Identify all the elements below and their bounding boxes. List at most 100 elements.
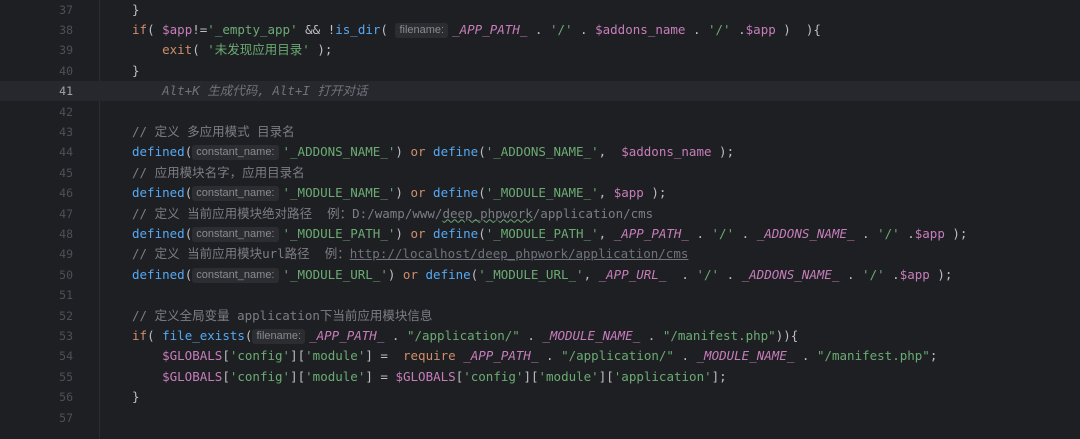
code-text[interactable]: defined(constant_name: '_MODULE_URL_') or…: [132, 265, 952, 285]
code-text[interactable]: defined(constant_name: '_MODULE_PATH_') o…: [132, 224, 967, 244]
code-line[interactable]: 56}: [0, 387, 1080, 407]
line-number: 38: [59, 22, 73, 37]
line-number: 39: [59, 43, 73, 58]
code-line[interactable]: 50 defined(constant_name: '_MODULE_URL_') …: [0, 265, 1080, 285]
code-line[interactable]: 39 exit( '未发现应用目录' );: [0, 40, 1080, 60]
code-token: (: [147, 21, 163, 37]
code-token: ,: [598, 185, 614, 201]
code-token: or: [410, 144, 426, 160]
parameter-hint: constant_name:: [192, 186, 279, 202]
code-text[interactable]: }: [132, 61, 140, 81]
code-line[interactable]: 42: [0, 102, 1080, 122]
code-token: defined: [132, 144, 185, 160]
code-text[interactable]: exit( '未发现应用目录' );: [132, 40, 332, 60]
line-number: 43: [59, 124, 73, 139]
code-token: .: [854, 225, 878, 241]
code-token: '未发现应用目录': [207, 42, 310, 58]
code-line[interactable]: 54 $GLOBALS['config']['module'] = requir…: [0, 346, 1080, 366]
code-text[interactable]: $GLOBALS['config']['module'] = require _…: [132, 346, 937, 366]
line-number: 44: [59, 145, 73, 160]
code-token: '/': [862, 266, 885, 282]
code-token: .: [666, 266, 697, 282]
code-text[interactable]: if( $app!='_empty_app' && !is_dir( filen…: [132, 20, 821, 40]
code-text[interactable]: defined(constant_name: '_MODULE_NAME_') o…: [132, 183, 666, 203]
code-token: 'module': [305, 348, 366, 364]
code-token: or: [410, 225, 426, 241]
code-token: 'config': [229, 368, 291, 384]
code-text[interactable]: }: [132, 0, 140, 20]
code-token: .: [685, 21, 708, 37]
line-number: 42: [59, 104, 73, 119]
code-editor[interactable]: 37} 38 if( $app!='_empty_app' && !is_dir( …: [0, 0, 1080, 439]
code-token: $addons_name: [595, 21, 686, 37]
code-token: defined: [132, 266, 185, 282]
code-token: .: [719, 266, 742, 282]
code-text[interactable]: if( file_exists(filename: _APP_PATH_ . "/…: [132, 326, 798, 346]
code-line[interactable]: 43 // 定义 多应用模式 目录名: [0, 122, 1080, 142]
code-line[interactable]: 37}: [0, 0, 1080, 20]
code-token: 'module': [305, 368, 366, 384]
code-token: $GLOBALS: [162, 348, 223, 364]
code-token: define: [433, 225, 479, 241]
code-token: ) ){: [775, 21, 821, 37]
code-token: ,: [583, 266, 599, 282]
code-token: file_exists: [162, 327, 245, 343]
code-token: // 定义 多应用模式 目录名: [132, 123, 295, 139]
code-text[interactable]: // 定义 多应用模式 目录名: [132, 122, 295, 142]
code-token: (: [478, 144, 486, 160]
code-line[interactable]: 52 // 定义全局变量 application下当前应用模块信息: [0, 306, 1080, 326]
code-token: $GLOBALS: [395, 368, 456, 384]
code-token: (: [184, 266, 193, 282]
code-token: $addons_name: [621, 144, 712, 160]
code-token: .: [538, 348, 562, 364]
code-line[interactable]: 48 defined(constant_name: '_MODULE_PATH_')…: [0, 224, 1080, 244]
code-text[interactable]: defined(constant_name: '_ADDONS_NAME_') o…: [132, 142, 734, 162]
line-number: 46: [59, 186, 73, 201]
code-token: (: [147, 327, 163, 343]
code-line[interactable]: 40}: [0, 61, 1080, 81]
code-text[interactable]: }: [132, 387, 140, 407]
code-line[interactable]: 53 if( file_exists(filename: _APP_PATH_ . …: [0, 326, 1080, 346]
code-token: !=: [192, 21, 208, 37]
code-line[interactable]: 44 defined(constant_name: '_ADDONS_NAME_')…: [0, 142, 1080, 162]
code-line[interactable]: 51: [0, 285, 1080, 305]
code-line[interactable]: 41 Alt+K 生成代码, Alt+I 打开对话: [0, 81, 1080, 102]
code-line[interactable]: 57: [0, 408, 1080, 428]
code-text[interactable]: // 定义 当前应用模块url路径 例：http://localhost/dee…: [132, 244, 688, 264]
code-token: (: [184, 144, 193, 160]
code-token: _APP_PATH_: [463, 348, 539, 364]
code-token: ] =: [365, 368, 396, 384]
code-line[interactable]: 46 defined(constant_name: '_MODULE_NAME_')…: [0, 183, 1080, 203]
code-token: [: [222, 348, 230, 364]
code-token: define: [425, 266, 471, 282]
code-token: or: [402, 266, 418, 282]
code-text[interactable]: $GLOBALS['config']['module'] = $GLOBALS[…: [132, 367, 727, 387]
code-token: '/': [549, 21, 573, 37]
code-line[interactable]: 55 $GLOBALS['config']['module'] = $GLOBA…: [0, 367, 1080, 387]
line-number: 37: [59, 2, 73, 17]
code-text[interactable]: // 定义全局变量 application下当前应用模块信息: [132, 306, 432, 326]
code-token: ][: [290, 348, 306, 364]
code-token: exit: [162, 42, 193, 58]
code-line[interactable]: 45 // 应用模块名字，应用目录名: [0, 163, 1080, 183]
code-token: 'application': [613, 368, 712, 384]
line-number: 55: [59, 369, 73, 384]
code-token: );: [309, 42, 333, 58]
code-token: _APP_PATH_: [309, 327, 385, 343]
code-text[interactable]: Alt+K 生成代码, Alt+I 打开对话: [132, 81, 367, 101]
code-token: define: [433, 144, 479, 160]
parameter-hint: filename:: [395, 22, 449, 38]
code-token: .: [884, 266, 900, 282]
code-token: ] =: [365, 348, 403, 364]
code-line[interactable]: 49 // 定义 当前应用模块url路径 例：http://localhost/d…: [0, 244, 1080, 264]
code-token: require: [403, 348, 456, 364]
code-text[interactable]: // 应用模块名字，应用目录名: [132, 163, 305, 183]
comment-link[interactable]: http://localhost/deep_phpwork/applicatio…: [350, 246, 689, 261]
code-token: .: [384, 327, 407, 343]
code-line[interactable]: 47 // 定义 当前应用模块绝对路径 例：D:/wamp/www/deep_ph…: [0, 204, 1080, 224]
line-number: 49: [59, 247, 73, 262]
code-text[interactable]: // 定义 当前应用模块绝对路径 例：D:/wamp/www/deep_phpw…: [132, 204, 653, 224]
code-line[interactable]: 38 if( $app!='_empty_app' && !is_dir( fil…: [0, 20, 1080, 40]
